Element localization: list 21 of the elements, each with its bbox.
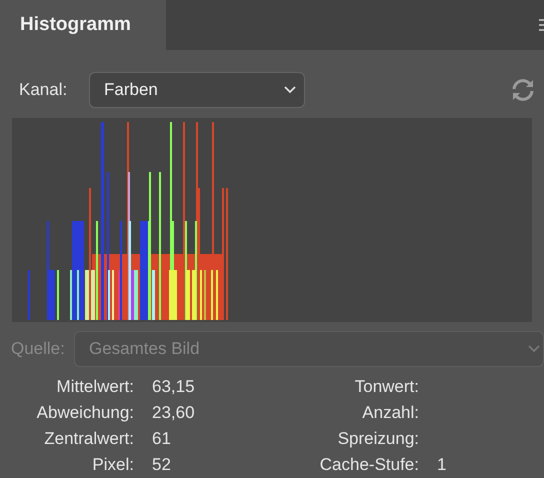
panel-tab[interactable]: Histogramm (0, 0, 166, 50)
chevron-icon (528, 345, 540, 353)
stat-label: Abweichung: (36, 402, 134, 424)
refresh-icon[interactable] (510, 78, 536, 102)
chevron-icon (284, 86, 296, 94)
stat-label: Pixel: (91, 454, 134, 476)
channel-label: Kanal: (19, 79, 68, 102)
stat-value: 63,15 (152, 376, 196, 398)
stat-label: Mittelwert: (56, 376, 134, 398)
source-dropdown: Gesamtes Bild (74, 331, 544, 367)
menu-icon[interactable] (539, 18, 544, 32)
stat-label: Spreizung: (336, 428, 419, 450)
stat-value: 61 (152, 428, 172, 450)
stat-label: Cache-Stufe: (318, 454, 419, 476)
stat-label: Zentralwert: (43, 428, 134, 450)
channel-dropdown[interactable]: Farben (89, 72, 305, 108)
stat-value: 52 (152, 454, 172, 476)
stat-value: 1 (437, 454, 446, 476)
stat-label: Anzahl: (361, 402, 419, 424)
stat-value: 23,60 (152, 402, 196, 424)
stat-label: Tonwert: (354, 376, 419, 398)
